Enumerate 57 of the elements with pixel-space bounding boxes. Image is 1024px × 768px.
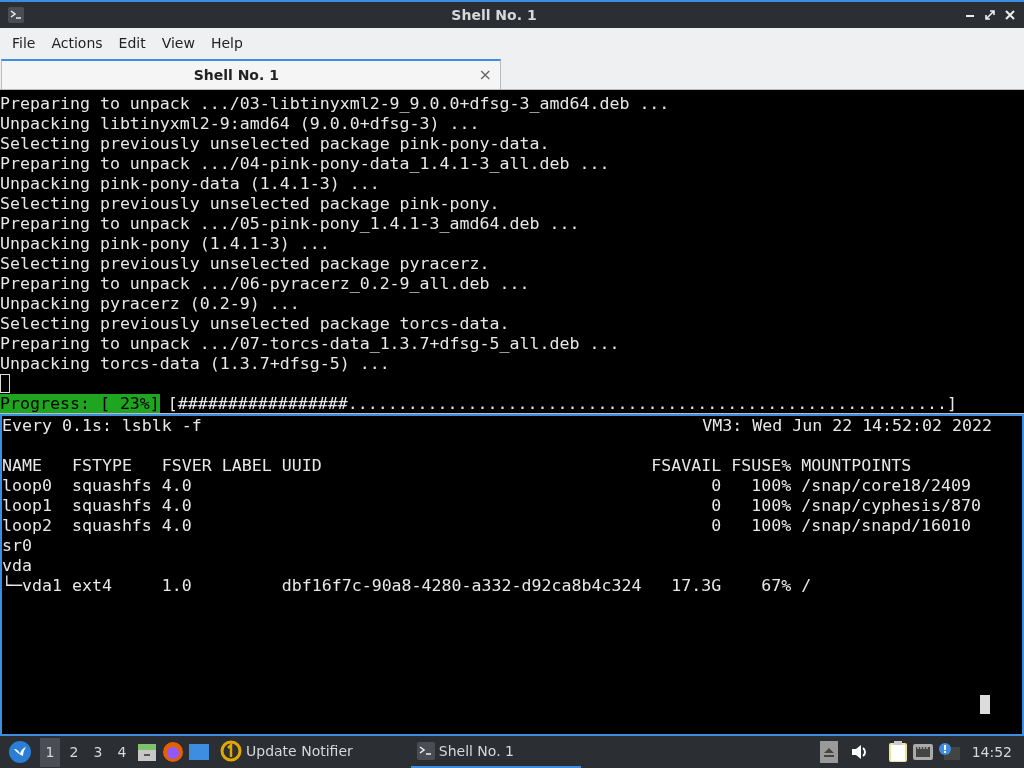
clock: 14:52 bbox=[971, 742, 1012, 762]
menu-item[interactable]: File bbox=[4, 30, 44, 56]
terminal-line: Unpacking torcs-data (1.3.7+dfsg-5) ... bbox=[0, 354, 391, 374]
notification-icon[interactable] bbox=[937, 742, 960, 762]
terminal-line: NAME FSTYPE FSVER LABEL UUID FSAVAIL FSUSE% MOUNTPOINTS bbox=[2, 456, 913, 476]
file-cabinet-icon[interactable] bbox=[136, 741, 158, 763]
terminal-line: Preparing to unpack .../03-libtinyxml2-9_9.0.0+dfsg-3_amd64.deb ... bbox=[0, 94, 671, 114]
terminal-line: Selecting previously unselected package torcs-data. bbox=[0, 314, 511, 334]
workspace-button[interactable]: 3 bbox=[88, 737, 108, 767]
terminal-pane[interactable] bbox=[0, 414, 1024, 736]
terminal-line: VM3: Wed Jun 22 14:52:02 2022 bbox=[702, 416, 992, 436]
terminal-line: vda bbox=[2, 556, 33, 575]
browser-icon[interactable] bbox=[162, 741, 184, 763]
terminal-line: Preparing to unpack .../05-pink-pony_1.4.1-3_amd64.deb ... bbox=[0, 214, 581, 234]
terminal-line: Preparing to unpack .../07-torcs-data_1.3.7+dfsg-5_all.deb ... bbox=[0, 334, 621, 354]
taskbar-task[interactable]: Update Notifier bbox=[214, 736, 359, 768]
terminal-line: loop1 squashfs 4.0 0 100% /snap/cyphesis/870 bbox=[2, 496, 983, 516]
taskbar-task[interactable]: Shell No. 1 bbox=[410, 736, 581, 768]
terminal-icon bbox=[416, 742, 435, 760]
terminal-line: loop0 squashfs 4.0 0 100% /snap/core18/2409 bbox=[2, 476, 973, 496]
menu-item[interactable]: Edit bbox=[110, 30, 154, 56]
menu-item[interactable]: Help bbox=[202, 30, 251, 56]
terminal-line: └─vda1 ext4 1.0 dbf16f7c-90a8-4280-a332-d92ca8b4c324 17.3G 67% / bbox=[2, 576, 813, 596]
menu-item[interactable]: Actions bbox=[43, 30, 111, 56]
terminal-icon[interactable] bbox=[8, 7, 24, 23]
eject-icon[interactable] bbox=[819, 741, 838, 763]
workspace-button[interactable]: 2 bbox=[64, 737, 84, 767]
terminal-line: Preparing to unpack .../04-pink-pony-data_1.4.1-3_all.deb ... bbox=[0, 154, 611, 174]
menu-item[interactable]: View bbox=[153, 30, 203, 56]
clipboard-icon[interactable] bbox=[887, 741, 908, 763]
network-icon[interactable] bbox=[911, 742, 934, 762]
maximize-icon[interactable] bbox=[984, 9, 996, 21]
cursor bbox=[980, 695, 990, 714]
tab-close-button[interactable]: × bbox=[470, 63, 500, 87]
terminal-line: Selecting previously unselected package pink-pony-data. bbox=[0, 134, 551, 154]
terminal-line: loop2 squashfs 4.0 0 100% /snap/snapd/16010 bbox=[2, 516, 973, 536]
window-icon[interactable] bbox=[188, 741, 210, 763]
close-icon[interactable] bbox=[1004, 9, 1016, 21]
terminal-line: Selecting previously unselected package pyracerz. bbox=[0, 254, 491, 274]
terminal-line: Selecting previously unselected package pink-pony. bbox=[0, 194, 501, 214]
update-icon bbox=[220, 740, 242, 762]
terminal-line: Unpacking pyracerz (0.2-9) ... bbox=[0, 294, 301, 314]
terminal-line: Unpacking pink-pony (1.4.1-3) ... bbox=[0, 234, 331, 254]
workspace-button[interactable]: 4 bbox=[112, 737, 132, 767]
workspace-button[interactable]: 1 bbox=[40, 737, 60, 767]
terminal-line: sr0 bbox=[2, 536, 33, 556]
tab[interactable]: Shell No. 1 × bbox=[1, 59, 501, 89]
tab-label: Shell No. 1 bbox=[192, 65, 280, 85]
progress-bar-text: [#################............................................................] bbox=[167, 394, 958, 414]
terminal-line: Every 0.1s: lsblk -f bbox=[2, 416, 202, 436]
progress-label: Progress: [ 23%] bbox=[0, 394, 160, 414]
terminal-line: Unpacking pink-pony-data (1.4.1-3) ... bbox=[0, 174, 381, 194]
speaker-icon[interactable] bbox=[849, 743, 868, 761]
terminal-line: Unpacking libtinyxml2-9:amd64 (9.0.0+dfsg-3) ... bbox=[0, 114, 481, 134]
start-menu-icon[interactable] bbox=[8, 740, 32, 764]
window-title: Shell No. 1 bbox=[450, 5, 538, 25]
terminal-line: Preparing to unpack .../06-pyracerz_0.2-9_all.deb ... bbox=[0, 274, 531, 294]
